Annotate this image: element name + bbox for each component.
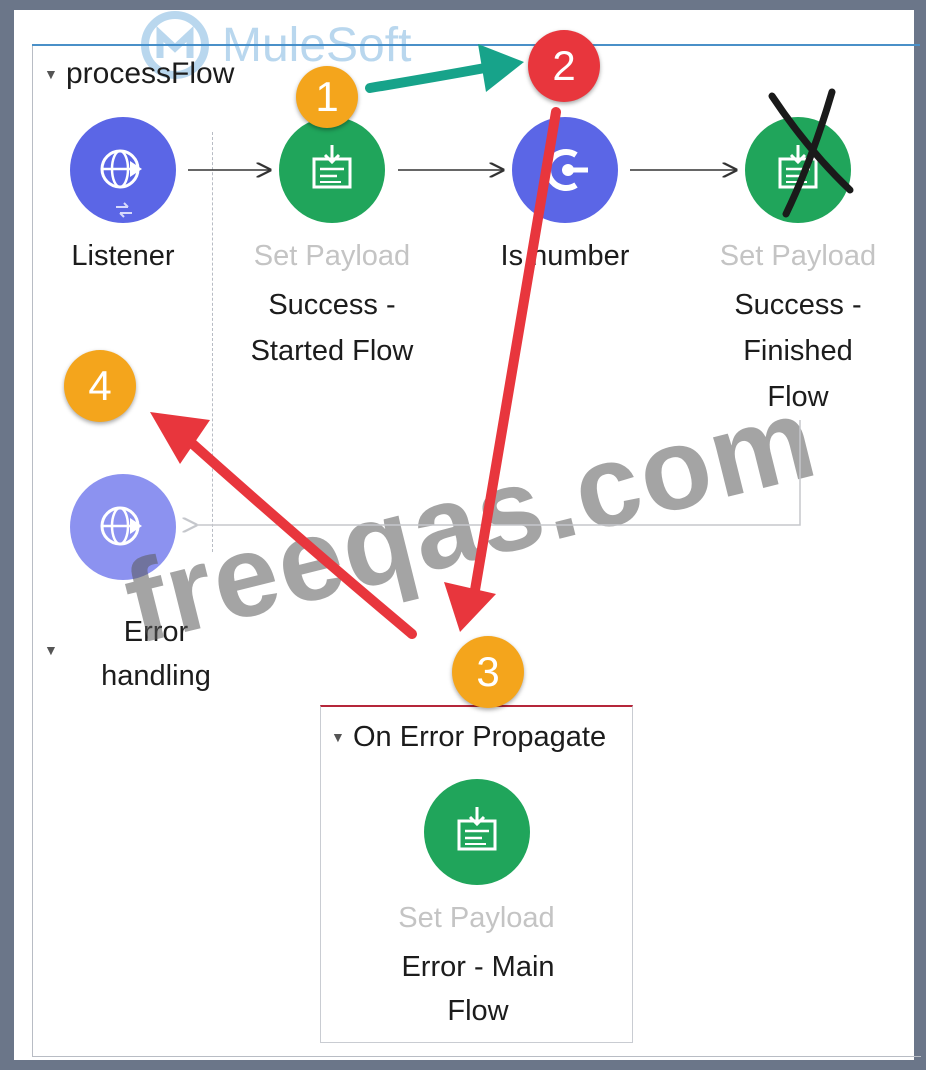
diagram-connectors xyxy=(150,44,854,639)
cross-out-mark xyxy=(768,88,854,218)
step-badge-2: 2 xyxy=(528,30,600,102)
arrow-3-to-4 xyxy=(181,433,417,639)
arrow-1-to-2 xyxy=(365,63,490,93)
arrow-1-to-2-head xyxy=(478,44,524,92)
step-badge-4: 4 xyxy=(64,350,136,422)
step-badge-1: 1 xyxy=(296,66,358,128)
step-badge-3: 3 xyxy=(452,636,524,708)
arrow-2-to-3-head xyxy=(444,582,496,632)
arrow-2-to-3 xyxy=(469,107,561,601)
